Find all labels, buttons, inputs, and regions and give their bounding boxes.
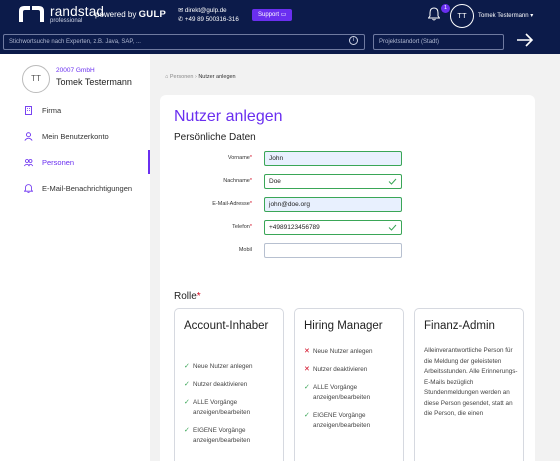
list-item: ✓ EIGENE Vorgänge anzeigen/bearbeiten <box>304 412 371 429</box>
role-card-hiring-manager[interactable]: Hiring Manager ✕ Neue Nutzer anlegen ✕ Nut… <box>294 308 404 461</box>
role-permissions: ✕ Neue Nutzer anlegen ✕ Nutzer deaktiviere… <box>304 347 402 439</box>
list-item: ✓ Nutzer deaktivieren <box>184 381 248 388</box>
support-button[interactable]: Support ▭ <box>252 9 293 21</box>
list-item: ✓ ALLE Vorgänge anzeigen/bearbeiten <box>304 384 371 401</box>
sidebar-avatar: TT <box>22 65 50 93</box>
nachname-value: Doe <box>269 178 281 185</box>
chevron-down-icon: ▾ <box>530 13 534 19</box>
randstad-logo[interactable]: randstad professional <box>18 5 104 24</box>
notification-badge: 1 <box>441 4 450 13</box>
field-label-vorname: Vorname* <box>227 155 252 161</box>
email-value: john@doe.org <box>269 201 310 208</box>
search-bar: Stichwortsuche nach Experten, z.B. Java,… <box>0 31 560 54</box>
sidebar-item-email-benachrichtigungen[interactable]: E-Mail-Benachrichtigungen <box>0 176 150 200</box>
cross-icon: ✕ <box>304 366 310 373</box>
role-title: Hiring Manager <box>304 320 383 332</box>
checkmark-icon <box>388 224 397 231</box>
sidebar-item-label: Mein Benutzerkonto <box>42 131 109 141</box>
sidebar-company: 20007 GmbH <box>56 67 95 74</box>
user-menu[interactable]: Tomek Testermann ▾ <box>478 12 533 19</box>
bell-icon <box>24 183 33 193</box>
sidebar-item-benutzerkonto[interactable]: Mein Benutzerkonto <box>0 124 150 148</box>
email-field[interactable]: john@doe.org <box>264 197 402 212</box>
role-title: Finanz-Admin <box>424 320 495 332</box>
check-icon: ✓ <box>184 381 190 388</box>
vorname-value: John <box>269 155 284 162</box>
contact-phone[interactable]: ✆ +49 89 500316-316 <box>178 15 239 24</box>
location-input[interactable]: Projektstandort (Stadt) <box>373 34 504 50</box>
list-item: ✓ ALLE Vorgänge anzeigen/bearbeiten <box>184 399 251 416</box>
sidebar: TT 20007 GmbH Tomek Testermann Firma Mei… <box>0 54 150 461</box>
building-icon <box>25 105 32 115</box>
check-icon: ✓ <box>304 412 310 419</box>
sidebar-user-name: Tomek Testermann <box>56 77 132 87</box>
role-description: Alleinverantwortliche Person für die Mel… <box>424 347 518 417</box>
page-title: Nutzer anlegen <box>174 108 283 125</box>
users-icon <box>24 158 33 166</box>
support-label: Support <box>258 12 280 18</box>
search-submit-arrow-icon[interactable] <box>516 33 534 47</box>
list-item: ✕ Neue Nutzer anlegen <box>304 348 373 355</box>
check-icon: ✓ <box>304 384 310 391</box>
role-card-account-inhaber[interactable]: Account-Inhaber ✓ Neue Nutzer anlegen ✓ Nu… <box>174 308 284 461</box>
sidebar-item-label: Personen <box>42 157 75 167</box>
mobil-field[interactable] <box>264 243 402 258</box>
gulp-logo: GULP <box>138 9 167 20</box>
list-item: ✓ Neue Nutzer anlegen <box>184 363 253 370</box>
list-item: ✓ EIGENE Vorgänge anzeigen/bearbeiten <box>184 427 251 444</box>
section-title: Persönliche Daten <box>174 132 256 143</box>
field-label-email: E-Mail-Adresse* <box>212 201 252 207</box>
vorname-field[interactable]: John <box>264 151 402 166</box>
contact-info: ✉ direkt@gulp.de ✆ +49 89 500316-316 <box>178 6 239 24</box>
list-item: ✕ Nutzer deaktivieren <box>304 366 368 373</box>
telefon-value: +4989123456789 <box>269 224 320 231</box>
randstad-logo-icon <box>19 6 44 23</box>
top-bar: randstad professional powered by GULP ✉ … <box>0 0 560 31</box>
field-label-telefon: Telefon* <box>232 224 252 230</box>
checkmark-icon <box>388 178 397 185</box>
telefon-field[interactable]: +4989123456789 <box>264 220 402 235</box>
sidebar-item-label: E-Mail-Benachrichtigungen <box>42 183 133 193</box>
contact-email[interactable]: ✉ direkt@gulp.de <box>178 6 239 15</box>
field-label-nachname: Nachname* <box>223 178 252 184</box>
user-icon <box>24 131 33 141</box>
check-icon: ✓ <box>184 427 190 434</box>
check-icon: ✓ <box>184 363 190 370</box>
breadcrumb: ⌂ Personen › Nutzer anlegen <box>165 74 236 80</box>
search-input[interactable]: Stichwortsuche nach Experten, z.B. Java,… <box>3 34 365 50</box>
bell-icon[interactable] <box>428 7 440 21</box>
role-card-finanz-admin[interactable]: Finanz-Admin Alleinverantwortliche Perso… <box>414 308 524 461</box>
user-name: Tomek Testermann <box>478 13 529 19</box>
breadcrumb-separator: › <box>194 74 197 80</box>
role-title: Account-Inhaber <box>184 320 269 332</box>
nachname-field[interactable]: Doe <box>264 174 402 189</box>
cross-icon: ✕ <box>304 348 310 355</box>
role-permissions: ✓ Neue Nutzer anlegen ✓ Nutzer deaktiviere… <box>184 362 282 454</box>
chat-icon: ▭ <box>280 12 287 18</box>
role-label: Rolle* <box>174 291 201 302</box>
field-label-mobil: Mobil <box>238 247 252 253</box>
powered-prefix: powered by <box>95 10 137 19</box>
powered-by: powered by GULP <box>95 9 166 20</box>
sidebar-item-firma[interactable]: Firma <box>0 98 150 122</box>
breadcrumb-parent[interactable]: Personen <box>170 74 194 80</box>
info-icon[interactable]: i <box>349 36 358 45</box>
home-icon[interactable]: ⌂ <box>165 74 168 80</box>
sidebar-item-label: Firma <box>42 105 62 115</box>
sidebar-item-personen[interactable]: Personen <box>0 150 150 174</box>
check-icon: ✓ <box>184 399 190 406</box>
avatar[interactable]: TT <box>450 4 474 28</box>
breadcrumb-current: Nutzer anlegen <box>198 74 236 80</box>
